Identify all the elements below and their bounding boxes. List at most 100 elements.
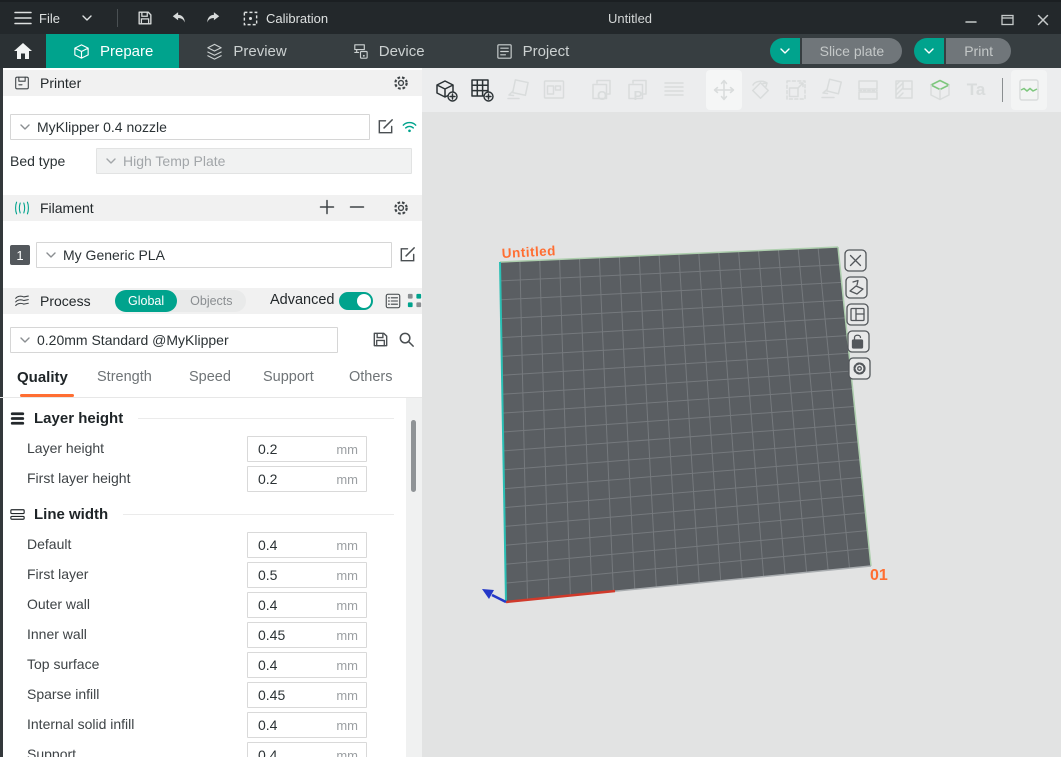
close-icon: [1037, 14, 1049, 26]
layer-height-input[interactable]: 0.2 mm: [247, 436, 367, 462]
tab-strength[interactable]: Strength: [97, 369, 152, 385]
search-settings-button[interactable]: [396, 330, 416, 350]
home-button[interactable]: [0, 34, 46, 68]
scale-tool-button[interactable]: [778, 70, 814, 110]
file-menu-button[interactable]: File: [0, 2, 107, 34]
edit-filament-button[interactable]: [397, 245, 417, 265]
arrange-button[interactable]: [536, 70, 572, 110]
filament-settings-button[interactable]: [392, 199, 410, 217]
save-button[interactable]: [128, 4, 162, 32]
scope-global-button[interactable]: Global: [115, 290, 177, 312]
outer-wall-line-width-input[interactable]: 0.4 mm: [247, 592, 367, 618]
scrollbar-thumb[interactable]: [411, 420, 416, 492]
slice-plate-button[interactable]: Slice plate: [802, 38, 903, 64]
chevron-down-icon: [19, 335, 31, 345]
orca-slicer-window: File: [0, 0, 1061, 757]
cut-icon: [855, 77, 881, 103]
filament-spool-icon: [13, 199, 31, 217]
split-parts-icon: [625, 77, 651, 103]
text-tool-letters: Ta: [958, 70, 994, 110]
add-filament-button[interactable]: [318, 199, 336, 217]
assembly-view-button[interactable]: [656, 70, 692, 110]
fuzzy-skin-button[interactable]: [1011, 70, 1047, 110]
delete-plate-button[interactable]: [845, 250, 866, 271]
compare-presets-button[interactable]: [405, 292, 423, 310]
move-tool-button[interactable]: [706, 70, 742, 110]
tab-support[interactable]: Support: [263, 369, 314, 385]
undo-button[interactable]: [162, 4, 196, 32]
slice-plate-dropdown-button[interactable]: [770, 38, 800, 64]
calibration-button[interactable]: Calibration: [242, 10, 328, 27]
save-preset-button[interactable]: [370, 330, 390, 350]
scrollbar-track[interactable]: [406, 398, 422, 757]
lock-plate-button[interactable]: [848, 331, 869, 352]
build-plate-scene: Untitled 01: [422, 68, 1061, 757]
plate-name-label[interactable]: Untitled: [501, 243, 556, 261]
printer-preset-value: MyKlipper 0.4 nozzle: [37, 119, 167, 135]
layer-height-icon: [8, 409, 27, 428]
tab-prepare[interactable]: Prepare: [46, 34, 179, 68]
printer-connection-button[interactable]: [399, 117, 419, 137]
filament-slot-badge: 1: [10, 245, 30, 265]
split-to-objects-button[interactable]: O: [584, 70, 620, 110]
first-layer-height-input[interactable]: 0.2 mm: [247, 466, 367, 492]
top-surface-line-width-input[interactable]: 0.4 mm: [247, 652, 367, 678]
default-line-width-input[interactable]: 0.4 mm: [247, 532, 367, 558]
split-to-parts-button[interactable]: P: [620, 70, 656, 110]
plate-settings-button[interactable]: [849, 358, 870, 379]
tab-preview[interactable]: Preview: [179, 34, 312, 68]
filament-preset-dropdown[interactable]: My Generic PLA: [36, 242, 392, 268]
tab-quality[interactable]: Quality: [17, 369, 68, 386]
process-preset-dropdown[interactable]: 0.20mm Standard @MyKlipper: [10, 327, 338, 353]
tab-device[interactable]: Device: [325, 34, 451, 68]
text-tool-button[interactable]: Ta: [958, 70, 994, 110]
home-icon: [13, 42, 33, 60]
cut-tool-button[interactable]: [850, 70, 886, 110]
orient-plate-button[interactable]: [846, 277, 867, 298]
support-paint-button[interactable]: [886, 70, 922, 110]
move-icon: [711, 77, 737, 103]
first-layer-line-width-input[interactable]: 0.5 mm: [247, 562, 367, 588]
printer-settings-button[interactable]: [392, 74, 410, 92]
close-button[interactable]: [1025, 4, 1061, 36]
section-title: Line width: [34, 506, 108, 523]
scope-objects-button[interactable]: Objects: [177, 290, 245, 312]
tab-device-label: Device: [379, 43, 425, 60]
process-tabs: Quality Strength Speed Support Others: [3, 365, 422, 397]
bed-type-dropdown[interactable]: High Temp Plate: [96, 148, 412, 174]
redo-icon: [204, 10, 222, 26]
print-split-button: Print: [914, 38, 1011, 64]
process-preset-value: 0.20mm Standard @MyKlipper: [37, 332, 229, 348]
build-plate[interactable]: [500, 247, 871, 602]
internal-solid-infill-line-width-input[interactable]: 0.4 mm: [247, 712, 367, 738]
add-model-button[interactable]: [428, 70, 464, 110]
remove-filament-button[interactable]: [348, 199, 366, 217]
maximize-button[interactable]: [989, 4, 1025, 36]
viewport-3d[interactable]: Untitled 01: [422, 68, 1061, 757]
setting-row: Layer height 0.2 mm: [0, 436, 422, 462]
chevron-down-icon: [19, 122, 31, 132]
inner-wall-line-width-input[interactable]: 0.45 mm: [247, 622, 367, 648]
tab-project[interactable]: Project: [469, 34, 596, 68]
advanced-toggle[interactable]: [339, 292, 373, 310]
print-dropdown-button[interactable]: [914, 38, 944, 64]
support-line-width-input[interactable]: 0.4 mm: [247, 742, 367, 757]
lay-on-face-button[interactable]: [814, 70, 850, 110]
sparse-infill-line-width-input[interactable]: 0.45 mm: [247, 682, 367, 708]
edit-icon: [376, 117, 395, 136]
minimize-button[interactable]: [953, 4, 989, 36]
parameter-table-button[interactable]: [384, 292, 402, 310]
tab-speed[interactable]: Speed: [189, 369, 231, 385]
layer-height-section-header: Layer height: [8, 406, 422, 430]
tab-prepare-label: Prepare: [100, 43, 153, 60]
printer-preset-dropdown[interactable]: MyKlipper 0.4 nozzle: [10, 114, 370, 140]
add-plate-button[interactable]: [464, 70, 500, 110]
redo-button[interactable]: [196, 4, 230, 32]
variable-layer-height-button[interactable]: [922, 70, 958, 110]
tab-others[interactable]: Others: [349, 369, 393, 385]
auto-orient-button[interactable]: [500, 70, 536, 110]
print-button[interactable]: Print: [946, 38, 1011, 64]
rotate-tool-button[interactable]: [742, 70, 778, 110]
arrange-plate-button[interactable]: [847, 304, 868, 325]
edit-printer-button[interactable]: [375, 117, 395, 137]
